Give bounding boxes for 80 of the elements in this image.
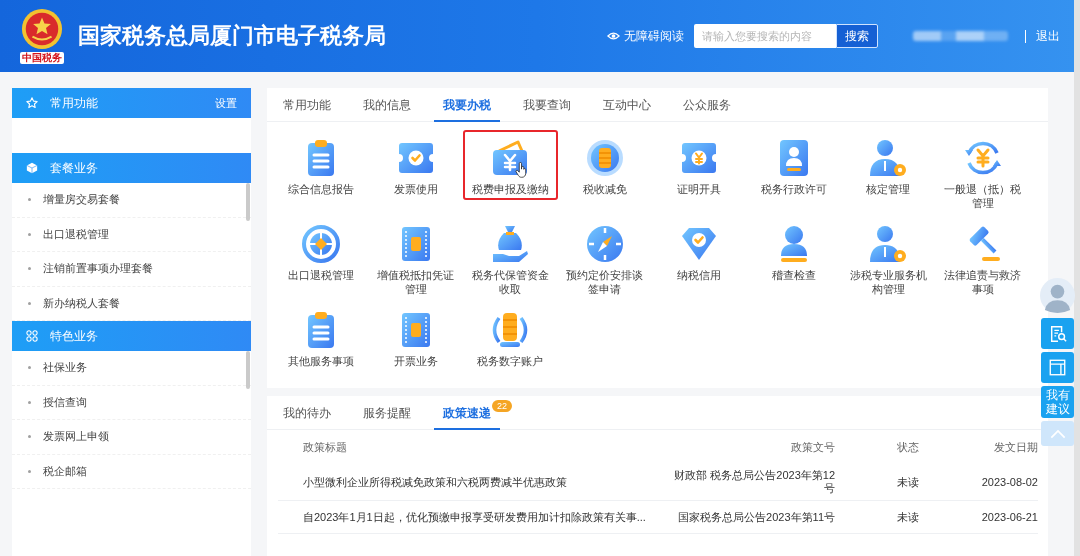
service-item[interactable]: 出口退税管理 — [274, 216, 369, 286]
site-title: 国家税务总局厦门市电子税务局 — [78, 22, 386, 50]
service-item[interactable]: 涉税专业服务机构管理 — [841, 216, 936, 298]
back-to-top-button[interactable] — [1041, 421, 1074, 446]
star-icon — [26, 97, 38, 109]
logo-text: 中国税务 — [20, 52, 64, 64]
four-circles-icon — [26, 330, 38, 342]
service-item[interactable]: 证明开具 — [652, 130, 747, 200]
coin-icon — [584, 138, 625, 178]
section-title: 特色业务 — [50, 327, 99, 345]
column-header: 政策标题 — [303, 439, 347, 455]
bullet-icon — [28, 469, 31, 473]
person-gear-icon — [868, 224, 909, 264]
caret-up-icon — [1049, 428, 1066, 439]
read-status: 未读 — [897, 509, 919, 525]
tab[interactable]: 我的待办 — [267, 396, 347, 430]
service-item[interactable]: 一般退（抵）税管理 — [935, 130, 1030, 212]
bullet-icon — [28, 301, 31, 305]
tab[interactable]: 我要办税 — [427, 88, 507, 122]
column-header: 发文日期 — [994, 439, 1038, 455]
sidebar-item[interactable]: 税企邮箱 — [12, 454, 251, 489]
scrollbar-thumb[interactable] — [246, 351, 250, 389]
service-item[interactable]: 稽查检查 — [746, 216, 841, 286]
column-header: 政策文号 — [791, 440, 835, 454]
avatar-icon — [1040, 278, 1075, 313]
document-number: 财政部 税务总局公告2023年第12号 — [673, 469, 835, 495]
tab[interactable]: 常用功能 — [267, 88, 347, 122]
eye-icon — [607, 31, 620, 41]
scrollbar-thumb[interactable] — [246, 183, 250, 221]
accessibility-link[interactable]: 无障碍阅读 — [607, 27, 684, 45]
service-item[interactable]: 纳税信用 — [652, 216, 747, 286]
publish-date: 2023-08-02 — [981, 476, 1038, 488]
service-item[interactable]: 其他服务事项 — [274, 302, 369, 372]
service-item[interactable]: 核定管理 — [841, 130, 936, 200]
service-item[interactable]: 税务代保管资金收取 — [463, 216, 558, 298]
column-header: 状态 — [897, 439, 919, 455]
service-item[interactable]: 税费申报及缴纳 — [463, 130, 558, 200]
bullet-icon — [28, 400, 31, 404]
cube-icon — [26, 162, 38, 174]
sidebar-item[interactable]: 注销前置事项办理套餐 — [12, 252, 251, 287]
bullet-icon — [28, 198, 31, 202]
service-item[interactable]: 发票使用 — [368, 130, 463, 200]
tab[interactable]: 互动中心 — [587, 88, 667, 122]
policy-title[interactable]: 小型微利企业所得税减免政策和六税两费减半优惠政策 — [303, 474, 567, 490]
money-bag-hand-icon — [490, 224, 531, 264]
count-badge: 22 — [492, 400, 512, 412]
read-status: 未读 — [897, 474, 919, 490]
tab[interactable]: 我要查询 — [507, 88, 587, 122]
section-title: 套餐业务 — [50, 159, 99, 177]
service-item[interactable]: 增值税抵扣凭证管理 — [368, 216, 463, 298]
compass-icon — [584, 224, 625, 264]
publish-date: 2023-06-21 — [981, 511, 1038, 523]
document-search-button[interactable] — [1041, 318, 1074, 349]
tab[interactable]: 公众服务 — [667, 88, 747, 122]
document-number: 国家税务总局公告2023年第11号 — [678, 510, 835, 524]
bullet-icon — [28, 366, 31, 370]
service-item[interactable]: 法律追责与救济事项 — [935, 216, 1030, 298]
sidebar-item[interactable]: 发票网上申领 — [12, 420, 251, 455]
emblem-icon — [21, 8, 63, 50]
window-icon — [1049, 359, 1066, 376]
service-item[interactable]: 预约定价安排谈签申请 — [557, 216, 652, 298]
tab[interactable]: 服务提醒 — [347, 396, 427, 430]
bullet-icon — [28, 267, 31, 271]
document-search-icon — [1048, 324, 1067, 343]
service-item[interactable]: 税收减免 — [557, 130, 652, 200]
service-item[interactable]: 税务行政许可 — [746, 130, 841, 200]
service-item[interactable]: 综合信息报告 — [274, 130, 369, 200]
person-gear-icon — [868, 138, 909, 178]
bullet-icon — [28, 232, 31, 236]
search-field[interactable]: 请输入您要搜索的内容 — [694, 24, 836, 48]
policy-title[interactable]: 自2023年1月1日起，优化预缴申报享受研发费用加计扣除政策有关事... — [303, 509, 646, 525]
globe-icon — [301, 224, 342, 264]
search-button[interactable]: 搜索 — [836, 24, 878, 48]
service-item[interactable]: 税务数字账户 — [463, 302, 558, 372]
service-item[interactable]: 开票业务 — [368, 302, 463, 372]
tab[interactable]: 我的信息 — [347, 88, 427, 122]
window-button[interactable] — [1041, 352, 1074, 383]
page-scrollbar[interactable] — [1074, 0, 1080, 556]
bullet-icon — [28, 435, 31, 439]
section-title: 常用功能 — [50, 94, 99, 112]
